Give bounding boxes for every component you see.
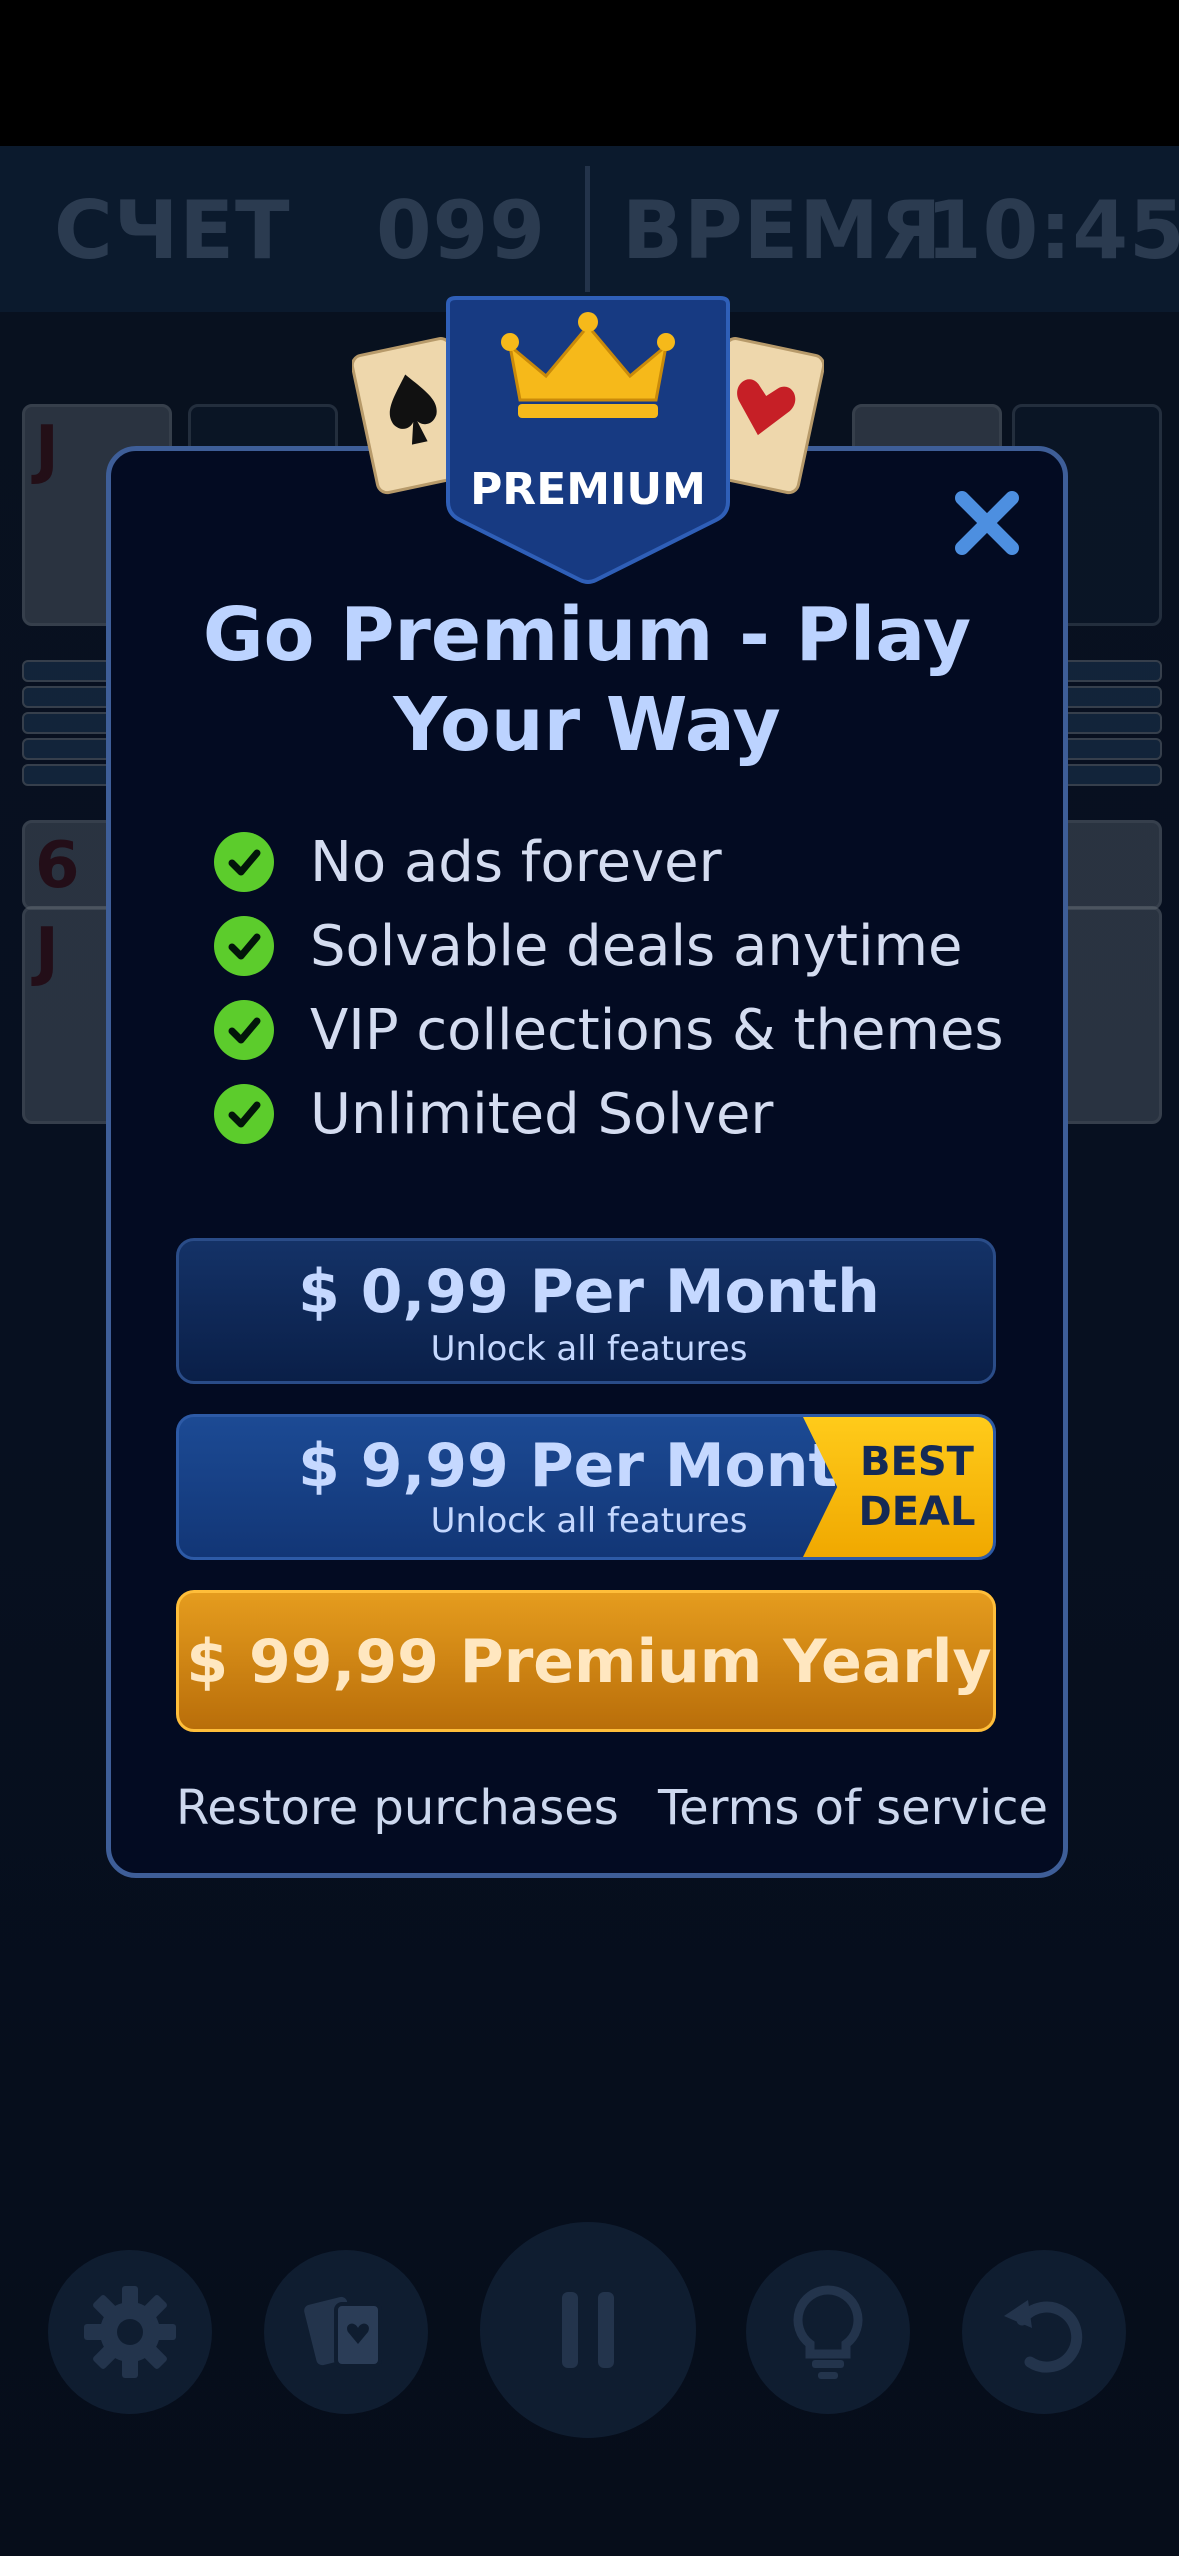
monthly-plan-button[interactable]: $ 0,99 Per Month Unlock all features: [176, 1238, 996, 1384]
settings-button[interactable]: [48, 2250, 212, 2414]
cards-icon: [304, 2296, 382, 2368]
plan-subtitle: Unlock all features: [430, 1329, 748, 1369]
feature-item: No ads forever: [214, 820, 1014, 904]
terms-of-service-link[interactable]: Terms of service: [658, 1780, 1048, 1836]
feature-item: Unlimited Solver: [214, 1072, 1014, 1156]
score-bar: СЧЕТ 099 ВРЕМЯ 10:45: [0, 146, 1179, 312]
premium-badge: PREMIUM: [350, 296, 826, 586]
card-deck-button[interactable]: [264, 2250, 428, 2414]
card-rank: 6: [35, 829, 80, 903]
checkmark-icon: [214, 832, 274, 892]
plan-price: $ 0,99 Per Month: [298, 1257, 880, 1327]
plan-price: $ 99,99 Premium Yearly: [186, 1627, 992, 1697]
premium-badge-label: PREMIUM: [470, 464, 706, 515]
pause-icon: [562, 2292, 614, 2368]
undo-icon: [1004, 2300, 1083, 2373]
premium-badge-art: [350, 296, 826, 584]
undo-button[interactable]: [962, 2250, 1126, 2414]
score-divider: [585, 166, 590, 292]
best-deal-plan-button[interactable]: $ 9,99 Per Month Unlock all features BES…: [176, 1414, 996, 1560]
feature-text: VIP collections & themes: [310, 997, 1004, 1063]
status-bar-area: [0, 0, 1179, 146]
feature-list: No ads forever Solvable deals anytime VI…: [214, 820, 1014, 1156]
yearly-plan-button[interactable]: $ 99,99 Premium Yearly: [176, 1590, 996, 1732]
feature-text: Unlimited Solver: [310, 1081, 774, 1147]
close-button[interactable]: [946, 482, 1028, 564]
card-rank: J: [35, 413, 59, 487]
feature-text: Solvable deals anytime: [310, 913, 963, 979]
time-label: ВРЕМЯ: [622, 184, 943, 277]
hint-button[interactable]: [746, 2250, 910, 2414]
best-deal-line1: BEST: [860, 1439, 974, 1485]
feature-item: Solvable deals anytime: [214, 904, 1014, 988]
checkmark-icon: [214, 916, 274, 976]
card-rank: J: [35, 915, 59, 989]
best-deal-line2: DEAL: [858, 1489, 976, 1535]
time-value: 10:45: [926, 184, 1179, 277]
score-value: 099: [376, 184, 546, 277]
pause-button[interactable]: [480, 2222, 696, 2438]
score-label: СЧЕТ: [54, 184, 291, 277]
dialog-title: Go Premium - Play Your Way: [202, 592, 972, 768]
checkmark-icon: [214, 1000, 274, 1060]
feature-text: No ads forever: [310, 829, 722, 895]
gear-icon: [84, 2286, 176, 2378]
lightbulb-icon: [793, 2285, 863, 2379]
restore-purchases-link[interactable]: Restore purchases: [176, 1780, 619, 1836]
feature-item: VIP collections & themes: [214, 988, 1014, 1072]
checkmark-icon: [214, 1084, 274, 1144]
close-icon: [955, 491, 1019, 555]
